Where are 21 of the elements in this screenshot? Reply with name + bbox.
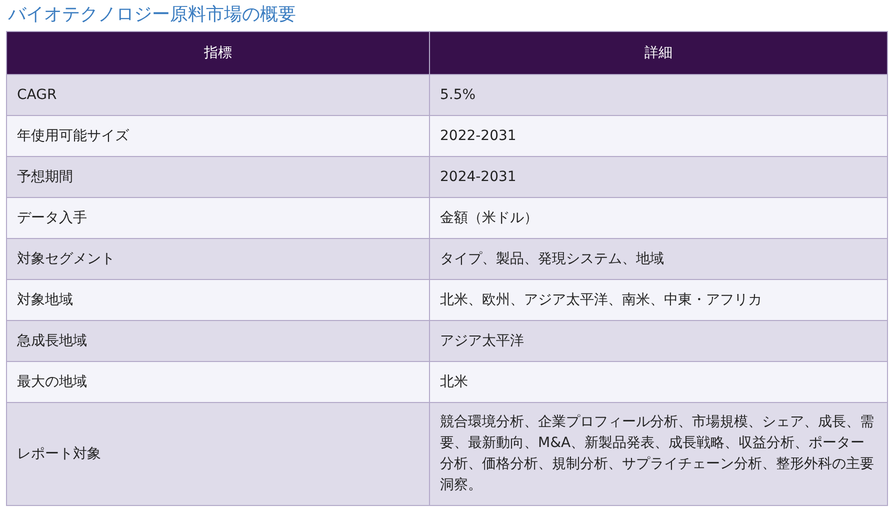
table-cell: 対象セグメント bbox=[6, 238, 430, 280]
column-header: 詳細 bbox=[430, 32, 888, 74]
table-cell: CAGR bbox=[6, 74, 430, 116]
table-cell: レポート対象 bbox=[6, 402, 430, 506]
column-header: 指標 bbox=[6, 32, 430, 74]
table-cell: 北米、欧州、アジア太平洋、南米、中東・アフリカ bbox=[430, 280, 888, 320]
table-cell: 2022-2031 bbox=[430, 116, 888, 156]
table-cell: アジア太平洋 bbox=[430, 320, 888, 362]
table-cell: 予想期間 bbox=[6, 156, 430, 198]
table-cell: 競合環境分析、企業プロフィール分析、市場規模、シェア、成長、需要、最新動向、M&A、新製品発表、成長戦略、収益分析、ポーター分析、価格分析、規制分析、サプライチェーン分析、整形外科の主要洞察。 bbox=[430, 402, 888, 506]
table-cell: 年使用可能サイズ bbox=[6, 116, 430, 156]
table-cell: 最大の地域 bbox=[6, 362, 430, 402]
table-cell: 5.5% bbox=[430, 74, 888, 116]
table-cell: 急成長地域 bbox=[6, 320, 430, 362]
table-cell: データ入手 bbox=[6, 198, 430, 238]
section-title: バイオテクノロジー原料市場の概要 bbox=[7, 3, 297, 27]
table-cell: 金額（米ドル） bbox=[430, 198, 888, 238]
table-cell: 対象地域 bbox=[6, 280, 430, 320]
table-cell: タイプ、製品、発現システム、地域 bbox=[430, 238, 888, 280]
table-cell: 2024-2031 bbox=[430, 156, 888, 198]
table-cell: 北米 bbox=[430, 362, 888, 402]
